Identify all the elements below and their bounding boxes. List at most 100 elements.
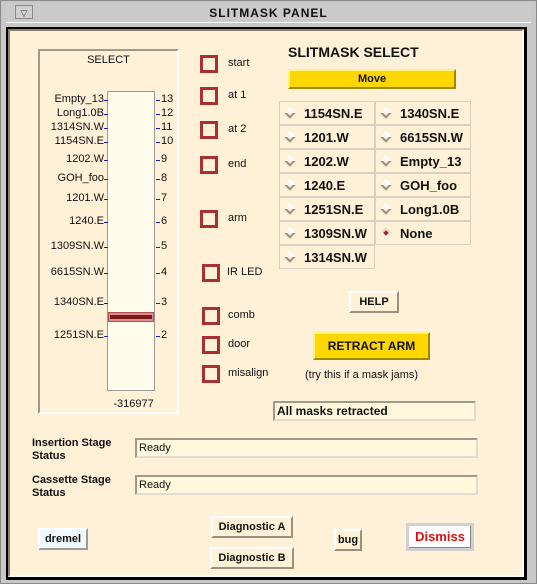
slitmask-option[interactable]: 1154SN.E (279, 101, 375, 125)
slitmask-option[interactable]: GOH_foo (375, 173, 471, 197)
gauge-position-number: 2 (161, 329, 168, 341)
indicator-misalign (202, 365, 220, 383)
window-title: SLITMASK PANEL (209, 6, 328, 20)
radio-diamond-icon[interactable] (380, 179, 392, 191)
slitmask-option-label: GOH_foo (400, 178, 458, 193)
gauge-tick-right (156, 114, 160, 115)
radio-selected-icon[interactable] (380, 227, 392, 239)
slitmask-option[interactable]: 1340SN.E (375, 101, 471, 125)
dremel-button[interactable]: dremel (38, 528, 88, 550)
slitmask-option[interactable]: 1314SN.W (279, 245, 375, 269)
slitmask-option[interactable]: None (375, 221, 471, 245)
slitmask-option-label: Long1.0B (400, 202, 460, 217)
cassette-stage-status-field: Ready (135, 475, 478, 495)
gauge-position-label: 1202.W (66, 153, 104, 165)
gauge-tick-right (156, 100, 160, 101)
gauge-tick-left (104, 100, 108, 101)
slitmask-option-label: 1154SN.E (304, 106, 363, 121)
gauge-tick-left (104, 142, 108, 143)
slitmask-select-title: SLITMASK SELECT (288, 44, 419, 60)
indicator-door (202, 336, 220, 354)
radio-diamond-icon[interactable] (284, 131, 296, 143)
gauge-position-number: 3 (161, 296, 168, 308)
gauge-tick-right (156, 247, 160, 248)
gauge-tick-left (104, 128, 108, 129)
slitmask-option-label: 1314SN.W (304, 250, 367, 265)
gauge-track[interactable] (107, 91, 155, 391)
gauge-tick-right (156, 222, 160, 223)
gauge-position-label: 1309SN.W (50, 240, 104, 252)
diagnostic-b-button[interactable]: Diagnostic B (210, 547, 294, 569)
dismiss-button[interactable]: Dismiss (406, 523, 474, 551)
gauge-position-number: 11 (161, 121, 173, 133)
slitmask-option[interactable]: 1202.W (279, 149, 375, 173)
slitmask-option[interactable]: Empty_13 (375, 149, 471, 173)
diagnostic-a-button[interactable]: Diagnostic A (211, 516, 293, 538)
gauge-position-label: 1314SN.W (50, 121, 104, 133)
gauge-tick-right (156, 142, 160, 143)
gauge-title: SELECT (87, 54, 130, 66)
gauge-position-number: 13 (161, 93, 174, 105)
retract-hint: (try this if a mask jams) (305, 369, 419, 381)
slitmask-option[interactable]: 1251SN.E (279, 197, 375, 221)
gauge-tick-right (156, 160, 160, 161)
window-frame: ▽ SLITMASK PANEL SELECT Empty_13 13 Long1.… (0, 0, 537, 584)
gauge-position-number: 8 (161, 172, 168, 184)
radio-diamond-icon[interactable] (284, 227, 296, 239)
indicator-start (200, 55, 218, 73)
radio-diamond-icon[interactable] (380, 131, 392, 143)
indicator-label: start (228, 57, 250, 69)
gauge-tick-left (104, 273, 108, 274)
indicator-at-1 (200, 87, 218, 105)
radio-diamond-icon[interactable] (284, 251, 296, 263)
slitmask-option[interactable]: Long1.0B (375, 197, 471, 221)
slitmask-option-label: 1340SN.E (400, 106, 460, 121)
indicator-label: door (228, 338, 251, 350)
retract-arm-button[interactable]: RETRACT ARM (313, 332, 430, 360)
gauge-position-label: 1340SN.E (53, 296, 104, 308)
select-gauge: SELECT Empty_13 13 Long1.0B 12 1314SN.W 11 115… (38, 49, 179, 414)
indicator-label: at 1 (228, 89, 247, 101)
gauge-position-number: 12 (161, 107, 174, 119)
gauge-tick-left (104, 247, 108, 248)
gauge-tick-left (104, 199, 108, 200)
slitmask-option[interactable]: 1309SN.W (279, 221, 375, 245)
indicator-label: misalign (228, 367, 269, 379)
indicator-label: arm (228, 212, 247, 224)
indicator-arm (200, 210, 218, 228)
slitmask-option[interactable]: 1240.E (279, 173, 375, 197)
gauge-position-number: 7 (161, 192, 168, 204)
gauge-position-indicator[interactable] (108, 312, 154, 322)
move-button[interactable]: Move (288, 69, 456, 89)
gauge-tick-right (156, 179, 160, 180)
slitmask-option-label: Empty_13 (400, 154, 462, 169)
gauge-tick-right (156, 128, 160, 129)
radio-diamond-icon[interactable] (380, 203, 392, 215)
gauge-position-label: Empty_13 (54, 93, 104, 105)
bug-button[interactable]: bug (334, 529, 362, 551)
cassette-stage-label: Cassette Stage Status (32, 474, 111, 499)
indicator-label: at 2 (228, 123, 247, 135)
radio-diamond-icon[interactable] (380, 155, 392, 167)
indicator-end (200, 156, 218, 174)
slitmask-option[interactable]: 1201.W (279, 125, 375, 149)
panel-body: SELECT Empty_13 13 Long1.0B 12 1314SN.W 11 115… (6, 27, 527, 580)
radio-diamond-icon[interactable] (284, 155, 296, 167)
gauge-tick-left (104, 114, 108, 115)
radio-diamond-icon[interactable] (380, 107, 392, 119)
gauge-tick-left (104, 179, 108, 180)
gauge-position-number: 5 (161, 240, 168, 252)
gauge-position-number: 10 (161, 135, 174, 147)
radio-diamond-icon[interactable] (284, 203, 296, 215)
help-button[interactable]: HELP (349, 291, 399, 313)
gauge-position-number: 6 (161, 215, 168, 227)
slitmask-option[interactable]: 6615SN.W (375, 125, 471, 149)
radio-diamond-icon[interactable] (284, 179, 296, 191)
gauge-position-number: 9 (161, 153, 168, 165)
title-bar[interactable]: ▽ SLITMASK PANEL (6, 4, 531, 23)
gauge-tick-left (104, 222, 108, 223)
indicator-at-2 (200, 121, 218, 139)
radio-diamond-icon[interactable] (284, 107, 296, 119)
indicator-label: IR LED (227, 266, 263, 278)
slitmask-option-label: 1201.W (304, 130, 349, 145)
